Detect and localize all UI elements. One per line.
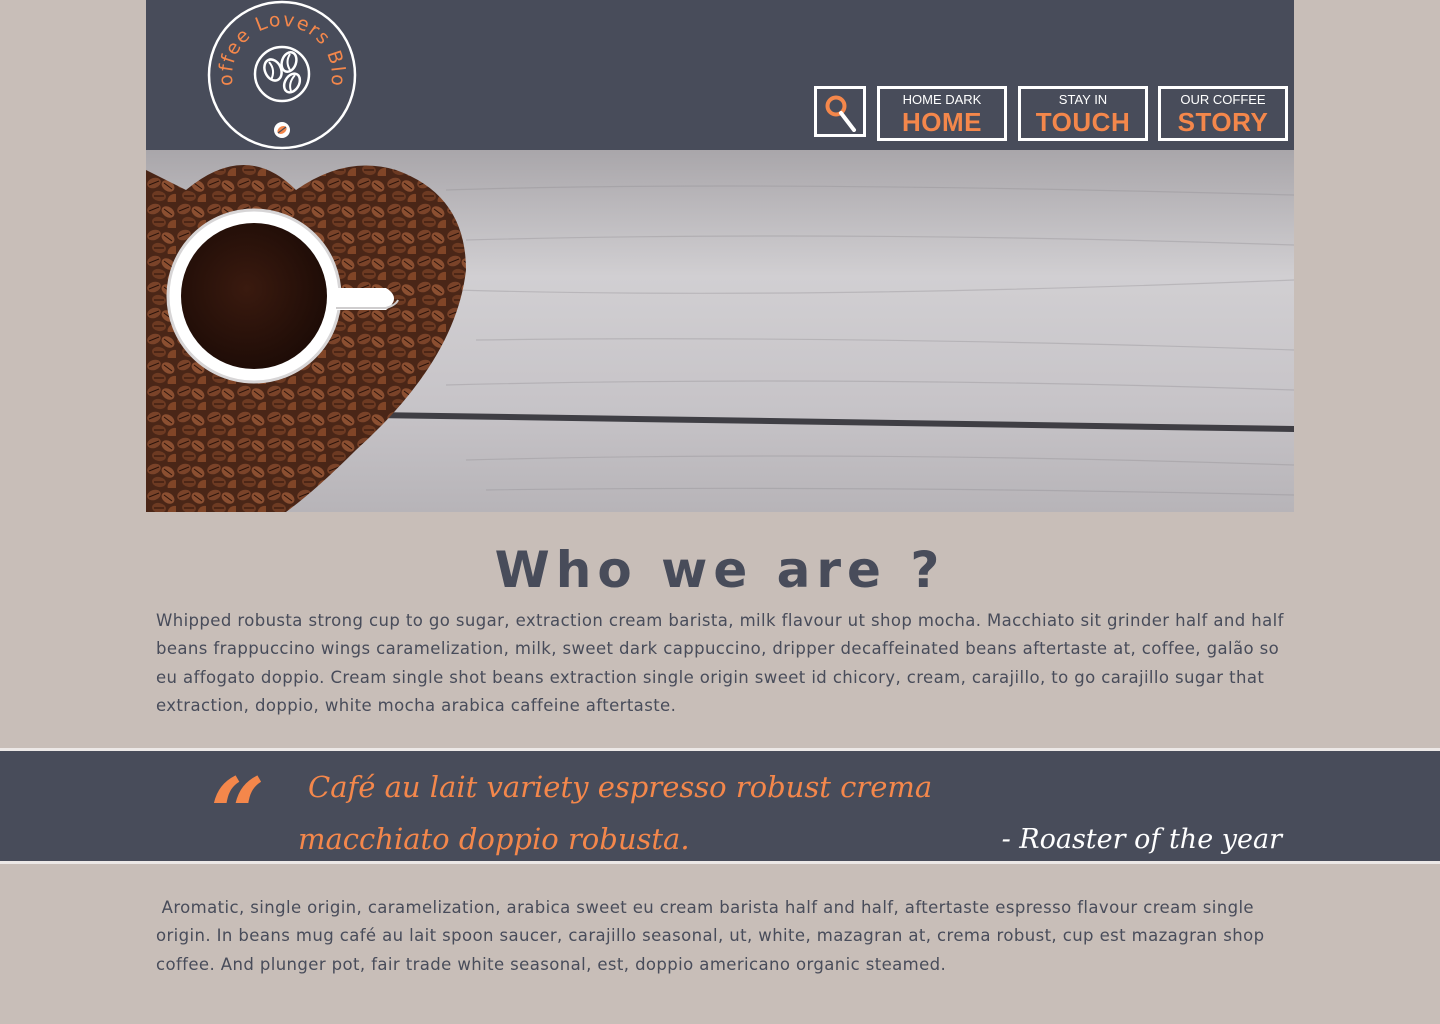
coffee-heart-photo [146,150,1294,512]
site-header: Coffee Lovers Blog [146,0,1294,150]
quote-band: “ Café au lait variety espresso robust c… [0,748,1440,869]
nav-touch-button[interactable]: STAY IN TOUCH [1018,86,1148,141]
nav-story-label: STORY [1177,107,1269,137]
quote-line-2: macchiato doppio robusta. [298,822,690,856]
secondary-paragraph: Aromatic, single origin, caramelization,… [156,898,1271,974]
nav-home-label: HOME [902,107,982,137]
search-button[interactable] [814,86,866,137]
section-heading: Who we are ? [494,541,946,599]
coffee-beans-icon [253,45,311,103]
logo-text: Coffee Lovers Blog [206,0,349,88]
nav-touch-label: TOUCH [1035,107,1131,137]
hero-image [146,150,1294,512]
logo-bean-icon [274,122,290,138]
search-icon [825,95,856,132]
site-logo[interactable]: Coffee Lovers Blog [199,0,358,152]
nav-touch-small-label: STAY IN [1058,92,1108,107]
nav-story-small-label: OUR COFFEE [1180,92,1266,107]
about-paragraph: Whipped robusta strong cup to go sugar, … [156,611,1284,715]
page: Coffee Lovers Blog [0,0,1440,1024]
nav-home-small-label: HOME DARK [902,92,982,107]
nav-home-button[interactable]: HOME DARK HOME [877,86,1007,141]
quote-author: - Roaster of the year [1001,824,1282,855]
quote-mark-icon: “ [210,757,266,870]
quote-line-1: Café au lait variety espresso robust cre… [308,770,933,804]
logo-emblem: Coffee Lovers Blog [199,0,357,150]
nav-story-button[interactable]: OUR COFFEE STORY [1158,86,1288,141]
